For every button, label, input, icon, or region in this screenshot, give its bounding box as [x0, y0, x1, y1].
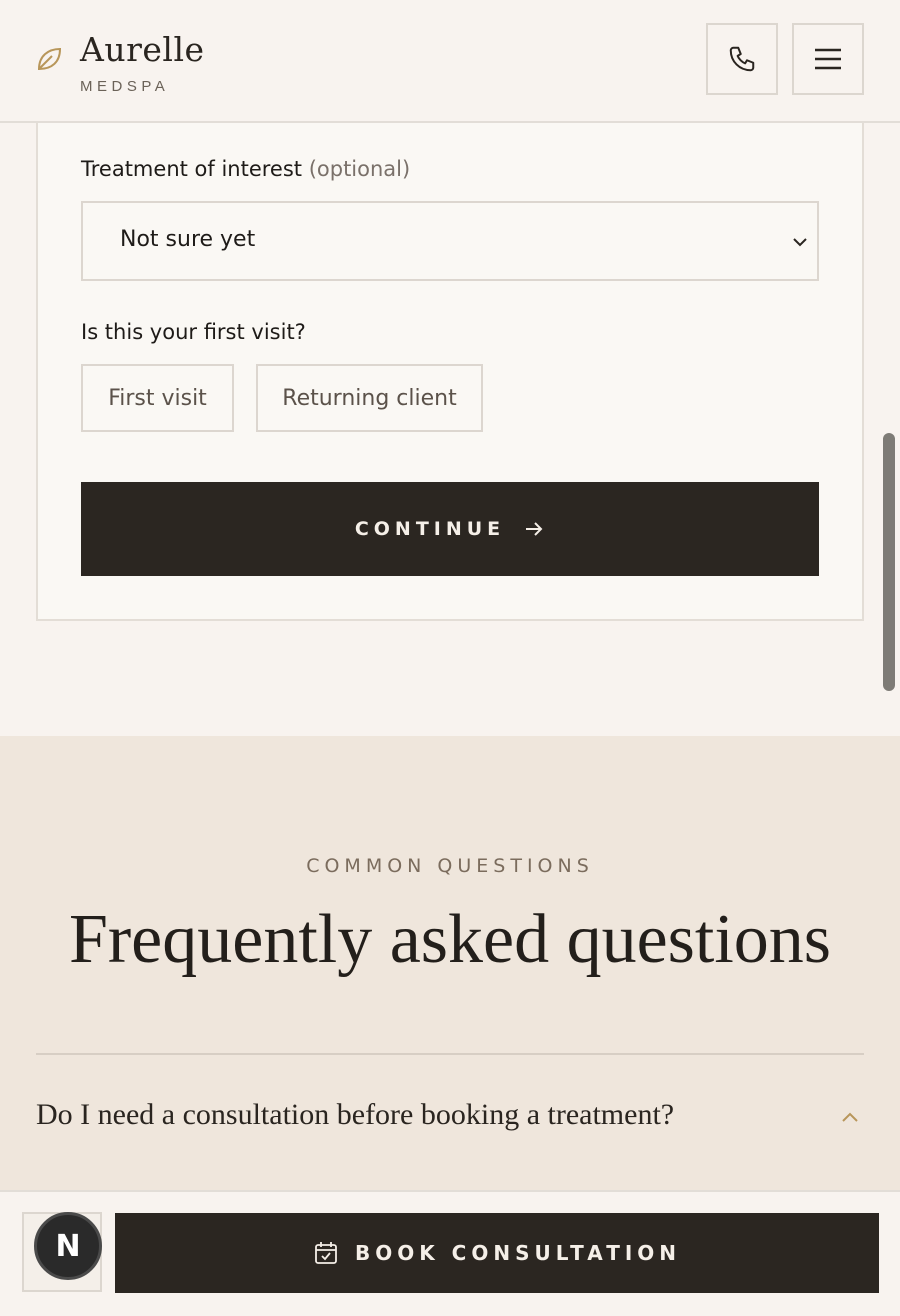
book-consultation-label: BOOK CONSULTATION — [354, 1241, 682, 1265]
optional-hint: (optional) — [308, 157, 411, 181]
chevron-up-icon[interactable] — [838, 1106, 862, 1130]
arrow-right-icon — [526, 522, 543, 536]
treatment-label: Treatment of interest (optional) — [81, 157, 410, 181]
faq-question[interactable]: Do I need a consultation before booking … — [36, 1098, 674, 1132]
first-visit-label: Is this your first visit? — [81, 320, 306, 344]
avatar[interactable]: N — [34, 1212, 102, 1280]
leaf-icon — [37, 47, 62, 71]
treatment-select[interactable]: Not sure yet — [81, 201, 819, 281]
page-scrollbar[interactable] — [883, 433, 895, 691]
treatment-label-text: Treatment of interest — [81, 157, 303, 181]
faq-title: Frequently asked questions — [68, 901, 832, 978]
first-visit-option[interactable]: First visit — [81, 364, 234, 432]
calendar-icon — [315, 1242, 337, 1264]
site-header: Aurelle MEDSPA — [0, 0, 900, 123]
menu-button[interactable] — [792, 23, 864, 95]
hamburger-menu-icon — [815, 48, 841, 70]
brand-name[interactable]: Aurelle — [80, 30, 205, 69]
book-consultation-button[interactable]: BOOK CONSULTATION — [115, 1213, 879, 1293]
chevron-down-icon — [793, 238, 807, 247]
returning-client-option[interactable]: Returning client — [256, 364, 483, 432]
treatment-selected-value: Not sure yet — [120, 227, 256, 252]
continue-button[interactable]: CONTINUE — [81, 482, 819, 576]
brand-subtitle: MEDSPA — [80, 78, 170, 95]
faq-divider — [36, 1053, 864, 1055]
phone-button[interactable] — [706, 23, 778, 95]
faq-eyebrow: COMMON QUESTIONS — [306, 855, 594, 877]
phone-icon — [729, 46, 755, 72]
continue-label: CONTINUE — [354, 518, 506, 540]
